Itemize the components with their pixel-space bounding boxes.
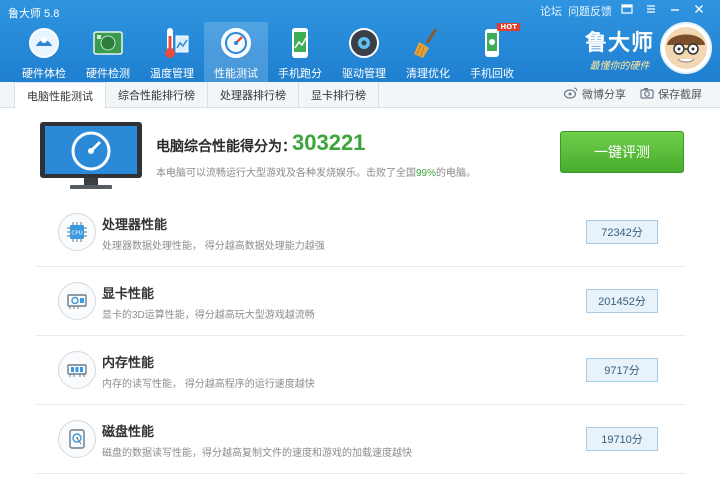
- nav-label: 硬件体检: [22, 68, 66, 80]
- tab-pc-performance[interactable]: 电脑性能测试: [14, 82, 106, 109]
- save-screenshot-button[interactable]: 保存截屏: [640, 86, 702, 102]
- memory-score-badge[interactable]: 9717分: [586, 358, 658, 382]
- result-title: 显卡性能: [102, 286, 155, 301]
- window-controls: 论坛 问题反馈: [540, 3, 708, 19]
- nav-label: 清理优化: [406, 68, 450, 80]
- result-description: 显卡的3D运算性能，得分越高玩大型游戏越流畅: [102, 310, 315, 321]
- result-list: CPU 处理器性能 处理器数据处理性能， 得分越高数据处理能力越强 72342分…: [36, 198, 686, 474]
- nav-phone-recycle[interactable]: HOT 手机回收: [460, 22, 524, 82]
- mascot-avatar[interactable]: [660, 22, 712, 74]
- app-title: 鲁大师 5.8: [8, 8, 60, 20]
- hardware-detect-icon: [89, 25, 127, 61]
- top-bar: 鲁大师 5.8 论坛 问题反馈 硬件体检 硬件检测 温度管理 性能测试 手机跑分…: [0, 0, 720, 82]
- nav-label: 手机回收: [470, 68, 514, 80]
- tab-tools: 微博分享 保存截屏: [563, 86, 702, 102]
- nav-hardware-check[interactable]: 硬件体检: [12, 22, 76, 82]
- nav-phone-benchmark[interactable]: 手机跑分: [268, 22, 332, 82]
- result-description: 处理器数据处理性能， 得分越高数据处理能力越强: [102, 241, 325, 252]
- tab-gpu-ranking[interactable]: 显卡排行榜: [299, 82, 379, 108]
- result-row-disk: 磁盘性能 磁盘的数据读写性能，得分越高复制文件的速度和游戏的加载速度越快 197…: [36, 405, 686, 474]
- cpu-icon: CPU: [58, 213, 96, 251]
- weibo-share-label: 微博分享: [582, 89, 626, 101]
- weibo-icon: [563, 87, 578, 102]
- result-title: 磁盘性能: [102, 424, 155, 439]
- tab-cpu-ranking[interactable]: 处理器排行榜: [208, 82, 299, 108]
- weibo-share-button[interactable]: 微博分享: [563, 86, 626, 102]
- menu-icon[interactable]: [642, 3, 660, 19]
- gpu-score-badge[interactable]: 201452分: [586, 289, 658, 313]
- main-nav: 硬件体检 硬件检测 温度管理 性能测试 手机跑分 驱动管理 清理优化 HOT 手…: [12, 22, 524, 82]
- nav-label: 性能测试: [214, 68, 258, 80]
- nav-label: 驱动管理: [342, 68, 386, 80]
- overall-score: 303221: [292, 130, 366, 155]
- result-row-memory: 内存性能 内存的读写性能， 得分越高程序的运行速度越快 9717分: [36, 336, 686, 405]
- score-label: 电脑综合性能得分为：: [156, 138, 296, 154]
- result-title: 处理器性能: [102, 217, 168, 232]
- result-description: 内存的读写性能， 得分越高程序的运行速度越快: [102, 379, 315, 390]
- memory-icon: [58, 351, 96, 389]
- brand-name: 鲁大师: [584, 29, 654, 56]
- nav-label: 手机跑分: [278, 68, 322, 80]
- save-screenshot-label: 保存截屏: [658, 89, 702, 101]
- result-row-gpu: 显卡性能 显卡的3D运算性能，得分越高玩大型游戏越流畅 201452分: [36, 267, 686, 336]
- forum-link[interactable]: 论坛: [540, 3, 562, 19]
- camera-icon: [640, 87, 654, 102]
- hot-badge: HOT: [497, 23, 520, 31]
- main-window: 鲁大师 5.8 论坛 问题反馈 硬件体检 硬件检测 温度管理 性能测试 手机跑分…: [0, 0, 720, 482]
- nav-label: 温度管理: [150, 68, 194, 80]
- monitor-gauge-icon: [36, 120, 146, 196]
- result-row-cpu: CPU 处理器性能 处理器数据处理性能， 得分越高数据处理能力越强 72342分: [36, 198, 686, 267]
- nav-label: 硬件检测: [86, 68, 130, 80]
- one-click-evaluate-button[interactable]: 一键评测: [560, 131, 684, 173]
- nav-clean[interactable]: 清理优化: [396, 22, 460, 82]
- result-description: 磁盘的数据读写性能，得分越高复制文件的速度和游戏的加载速度越快: [102, 448, 412, 459]
- brand-slogan: 最懂你的硬件: [589, 60, 650, 72]
- temperature-icon: [153, 25, 191, 61]
- beat-percentage: 99%: [416, 168, 437, 179]
- tabs: 电脑性能测试 综合性能排行榜 处理器排行榜 显卡排行榜: [14, 82, 379, 109]
- result-title: 内存性能: [102, 355, 155, 370]
- tab-overall-ranking[interactable]: 综合性能排行榜: [106, 82, 208, 108]
- nav-driver[interactable]: 驱动管理: [332, 22, 396, 82]
- cpu-score-badge[interactable]: 72342分: [586, 220, 658, 244]
- broom-icon: [409, 25, 447, 61]
- score-description: 本电脑可以流畅运行大型游戏及各种发烧娱乐。击败了全国99%的电脑。: [156, 168, 477, 179]
- svg-text:CPU: CPU: [71, 231, 82, 237]
- hardware-check-icon: [25, 25, 63, 61]
- minimize-icon[interactable]: [666, 3, 684, 19]
- disk-icon: [58, 420, 96, 458]
- nav-temperature[interactable]: 温度管理: [140, 22, 204, 82]
- tab-bar: 电脑性能测试 综合性能排行榜 处理器排行榜 显卡排行榜 微博分享 保存截屏: [0, 82, 720, 109]
- brand: 鲁大师 最懂你的硬件: [585, 22, 712, 74]
- skin-icon[interactable]: [618, 3, 636, 19]
- score-summary: 电脑综合性能得分为： 303221 本电脑可以流畅运行大型游戏及各种发烧娱乐。击…: [0, 108, 720, 200]
- nav-hardware-detect[interactable]: 硬件检测: [76, 22, 140, 82]
- disk-score-badge[interactable]: 19710分: [586, 427, 658, 451]
- driver-icon: [345, 25, 383, 61]
- close-icon[interactable]: [690, 3, 708, 19]
- feedback-link[interactable]: 问题反馈: [568, 3, 612, 19]
- nav-performance[interactable]: 性能测试: [204, 22, 268, 82]
- performance-gauge-icon: [217, 25, 255, 61]
- graphics-card-icon: [58, 282, 96, 320]
- phone-benchmark-icon: [281, 25, 319, 61]
